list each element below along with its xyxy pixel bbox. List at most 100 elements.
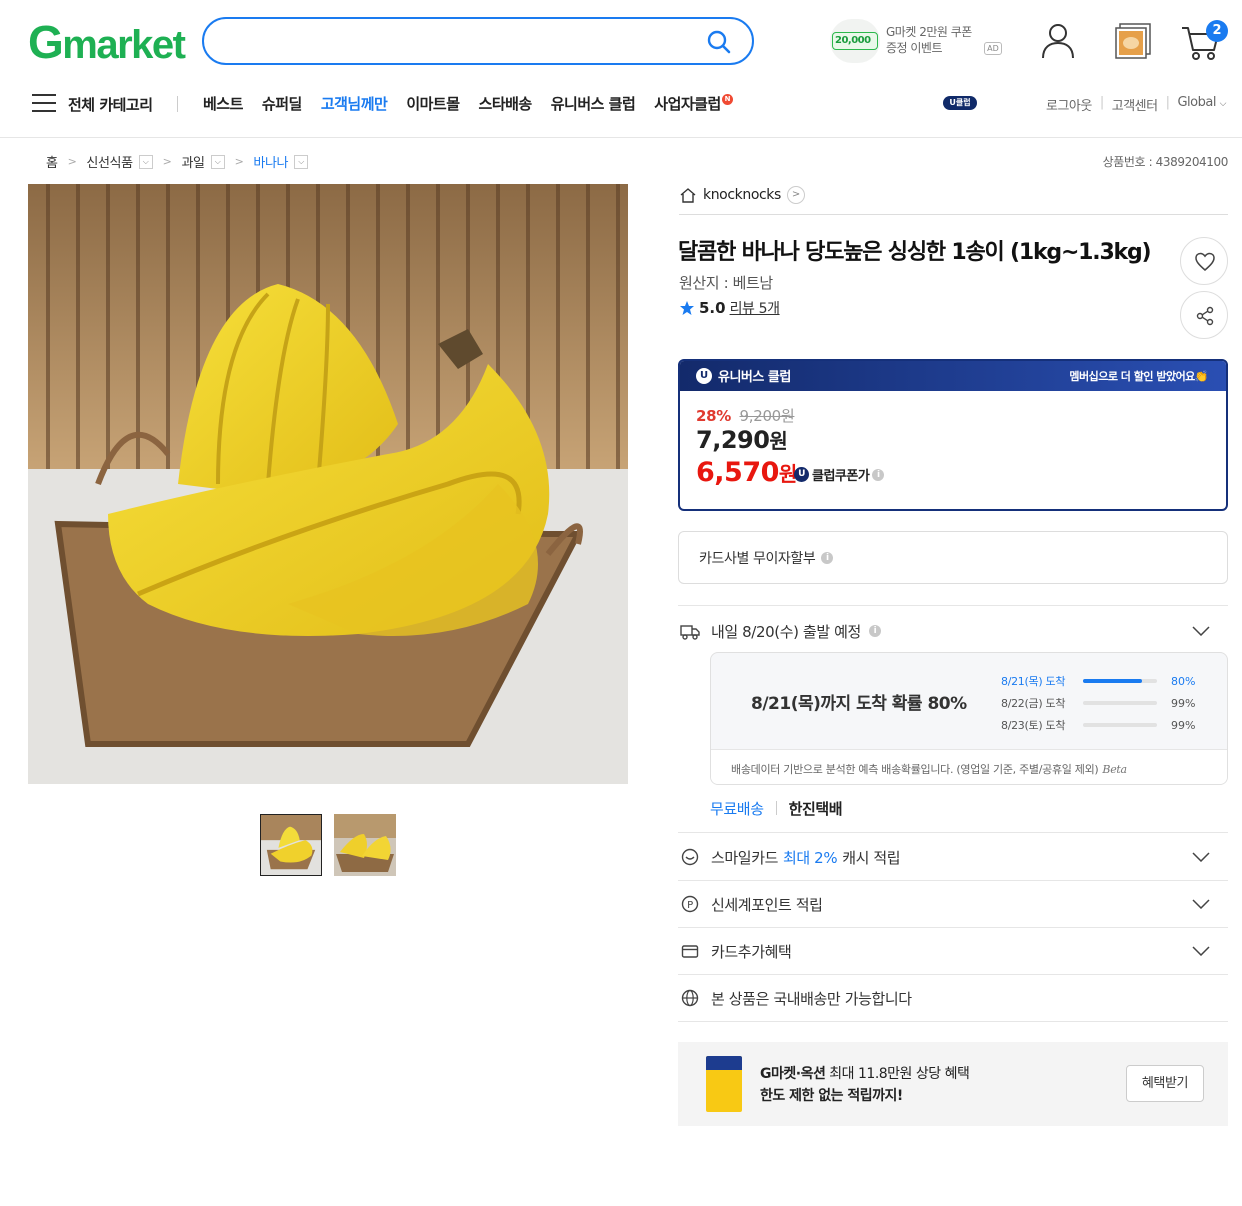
nav-universe-club[interactable]: 유니버스 클럽 [551, 93, 636, 114]
user-icon[interactable] [1040, 22, 1076, 60]
smile-card-rate: 최대 2% [783, 848, 838, 867]
shinsegae-point-label: 신세계포인트 적립 [711, 895, 823, 914]
review-link[interactable]: 리뷰 5개 [730, 298, 780, 318]
nav-business-club[interactable]: 사업자클럽 N [654, 93, 733, 114]
delivery-note-text: 배송데이터 기반으로 분석한 예측 배송확률입니다. (영업일 기준, 주별/공… [731, 763, 1099, 776]
club-coupon-label-text: 클럽쿠폰가 [812, 469, 870, 484]
nav-superdeal[interactable]: 슈퍼딜 [262, 93, 302, 114]
delivery-probability-box: 8/21(목)까지 도착 확률 80% 8/21(목) 도착 80% 8/22(… [710, 652, 1228, 785]
probability-bar [1083, 679, 1157, 683]
delivery-probability-row: 8/23(토) 도착 99% [1001, 714, 1195, 736]
nav-emart-mall[interactable]: 이마트몰 [406, 93, 460, 114]
club-coupon-price: 6,570원 [696, 457, 797, 488]
product-thumbnail-2[interactable] [334, 814, 396, 876]
club-price-value: 6,570 [696, 457, 779, 488]
credit-card-image [706, 1056, 742, 1112]
logout-link[interactable]: 로그아웃 [1046, 95, 1092, 114]
delivery-probability-row: 8/22(금) 도착 99% [1001, 692, 1195, 714]
coupon-amount: 20,000 [832, 32, 878, 50]
dropdown-icon[interactable]: ⌵ [294, 154, 309, 169]
dropdown-icon[interactable]: ⌵ [210, 154, 225, 169]
delivery-date: 8/23(토) 도착 [1001, 719, 1066, 732]
cart-count-badge: 2 [1206, 20, 1228, 42]
smile-card-row[interactable]: 스마일카드 최대 2% 캐시 적립 [679, 846, 1228, 868]
store-icon [680, 188, 696, 203]
share-button[interactable] [1180, 291, 1228, 339]
smile-icon [681, 848, 699, 866]
global-link[interactable]: Global ⌵ [1177, 95, 1226, 114]
delivery-note: 배송데이터 기반으로 분석한 예측 배송확률입니다. (영업일 기준, 주별/공… [711, 749, 1227, 784]
promo-brand: G마켓·옥션 [760, 1066, 826, 1082]
point-icon: P [681, 895, 699, 913]
product-thumbnail-1[interactable] [260, 814, 322, 876]
recent-viewed-icon[interactable] [1114, 22, 1152, 60]
smile-card-label: 스마일카드 [711, 848, 779, 867]
delivery-probability-text: 8/21(목)까지 도착 확률 80% [751, 694, 967, 714]
product-number: 상품번호 : 4389204100 [1102, 155, 1229, 169]
logo-text: market [62, 23, 186, 67]
shipping-fee: 무료배송 [710, 800, 764, 818]
seller-link[interactable]: knocknocks > [679, 186, 805, 204]
menu-icon[interactable] [32, 94, 56, 112]
get-benefit-button[interactable]: 혜택받기 [1126, 1065, 1204, 1102]
section-divider [678, 974, 1228, 975]
probability-bar-fill [1083, 679, 1143, 683]
chevron-right-icon: > [162, 155, 172, 168]
chevron-down-icon[interactable] [1192, 852, 1210, 862]
card-benefit-label: 카드추가혜택 [711, 942, 792, 961]
smile-card-suffix: 캐시 적립 [842, 848, 901, 867]
sale-price-unit: 원 [769, 429, 788, 453]
domestic-shipping-row: 본 상품은 국내배송만 가능합니다 [679, 987, 1228, 1009]
coupon-event-badge[interactable]: 20,000 [830, 19, 880, 63]
club-name: 유니버스 클럽 [718, 370, 791, 385]
customer-center-link[interactable]: 고객센터 [1112, 95, 1158, 114]
probability-bar [1083, 723, 1157, 727]
card-benefit-row[interactable]: 카드추가혜택 [679, 940, 1228, 962]
rating-score: 5.0 [699, 299, 726, 317]
coupon-event-text[interactable]: G마켓 2만원 쿠폰 증정 이벤트 [886, 24, 972, 56]
installment-label: 카드사별 무이자할부 [699, 550, 816, 567]
search-input[interactable] [224, 29, 694, 53]
promo-line-2: 한도 제한 없는 적립까지! [760, 1088, 903, 1104]
club-coupon-label: U 클럽쿠폰가 i [794, 465, 885, 484]
ad-badge: AD [984, 42, 1002, 55]
breadcrumb-banana[interactable]: 바나나 [253, 152, 288, 171]
card-icon [681, 945, 699, 958]
util-divider: | [1165, 95, 1170, 110]
section-divider [678, 880, 1228, 881]
nav-for-you[interactable]: 고객님께만 [321, 93, 388, 114]
uclub-badge[interactable]: U클럽 [943, 96, 977, 110]
section-divider [678, 927, 1228, 928]
chevron-down-icon[interactable] [1192, 626, 1210, 636]
svg-text:P: P [687, 900, 693, 911]
card-promo-banner[interactable]: G마켓·옥션 최대 11.8만원 상당 혜택 한도 제한 없는 적립까지! 혜택… [678, 1042, 1228, 1126]
info-icon[interactable]: i [872, 468, 885, 481]
info-icon[interactable]: i [821, 551, 834, 564]
section-divider [678, 605, 1228, 606]
breadcrumb-fruit[interactable]: 과일 [181, 152, 205, 171]
chevron-down-icon[interactable] [1192, 946, 1210, 956]
shipping-info: 무료배송 한진택배 [710, 798, 843, 819]
gmarket-logo[interactable]: Gmarket [28, 19, 186, 67]
installment-info[interactable]: 카드사별 무이자할부 i [678, 531, 1228, 584]
section-divider [678, 1021, 1228, 1022]
info-icon[interactable]: i [868, 625, 881, 637]
search-icon[interactable] [706, 29, 732, 55]
club-promo-text: 멤버십으로 더 할인 받았어요👏 [1069, 370, 1208, 383]
chevron-down-icon[interactable] [1192, 899, 1210, 909]
nav-star-delivery[interactable]: 스타배송 [479, 93, 533, 114]
delivery-row[interactable]: 내일 8/20(수) 출발 예정 i [679, 620, 1228, 642]
product-title: 달콤한 바나나 당도높은 싱싱한 1송이 (1kg~1.3kg) [678, 240, 1152, 265]
all-categories-button[interactable]: 전체 카테고리 [68, 94, 153, 115]
delivery-date: 8/21(목) 도착 [1001, 675, 1066, 688]
breadcrumb-fresh-food[interactable]: 신선식품 [86, 152, 133, 171]
star-icon [680, 301, 694, 315]
util-divider: | [1099, 95, 1104, 110]
dropdown-icon[interactable]: ⌵ [138, 154, 153, 169]
nav-divider [177, 96, 178, 112]
nav-best[interactable]: 베스트 [203, 93, 243, 114]
wishlist-button[interactable] [1180, 237, 1228, 285]
shinsegae-point-row[interactable]: P 신세계포인트 적립 [679, 893, 1228, 915]
seller-name: knocknocks [703, 187, 781, 203]
breadcrumb-home[interactable]: 홈 [46, 152, 58, 171]
